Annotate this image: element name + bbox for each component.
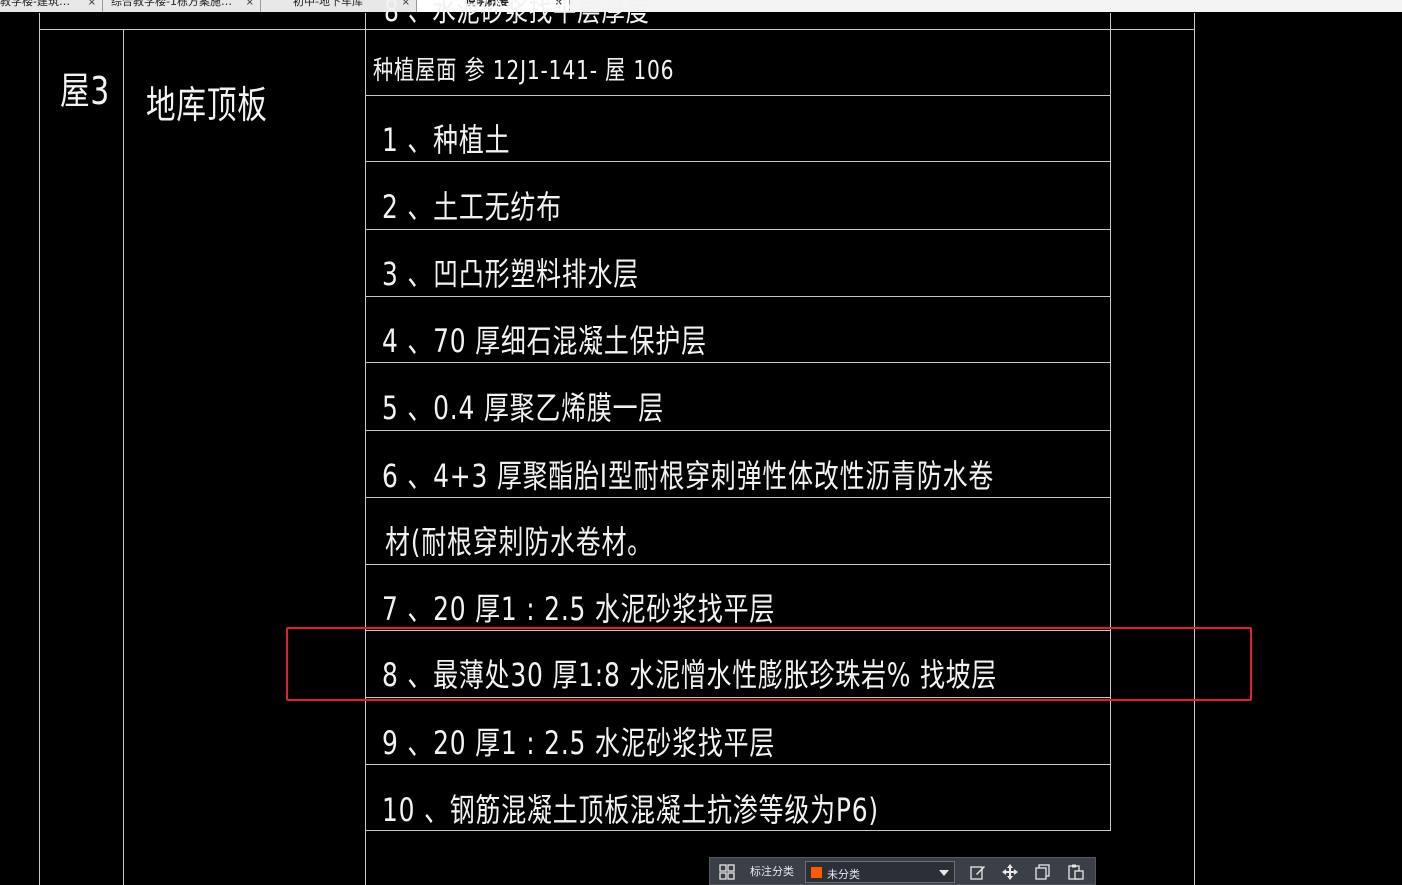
- category-selected-value: 未分类: [827, 868, 860, 881]
- layer-row: 2 、土工无纺布: [382, 188, 562, 226]
- layer-row: 5 、0.4 厚聚乙烯膜一层: [382, 389, 665, 427]
- layer-row: 10 、钢筋混凝土顶板混凝土抗渗等级为P6): [382, 791, 879, 829]
- grid-icon[interactable]: [719, 864, 735, 880]
- layer-row: 3 、凹凸形塑料排水层: [382, 255, 640, 293]
- layer-row: 4 、70 厚细石混凝土保护层: [382, 322, 707, 360]
- table-row-divider: [366, 564, 1111, 565]
- table-row-divider: [366, 95, 1111, 96]
- layer-row: 7 、20 厚1 : 2.5 水泥砂浆找平层: [382, 590, 776, 628]
- table-row-divider: [366, 497, 1111, 498]
- chevron-down-icon: [939, 870, 949, 876]
- annotation-category-label: 标注分类: [750, 865, 794, 878]
- annotation-category-dropdown[interactable]: 未分类: [805, 861, 955, 883]
- table-row-divider: [366, 161, 1111, 162]
- layer-row: 1 、种植土: [382, 121, 511, 159]
- move-icon[interactable]: [1002, 864, 1018, 880]
- layer-row: 9 、20 厚1 : 2.5 水泥砂浆找平层: [382, 724, 776, 762]
- table-row-divider: [366, 764, 1111, 765]
- part-name-label: 地库顶板: [146, 83, 268, 127]
- cut-off-row-text: 8 、水泥砂浆找平层厚度: [384, 0, 650, 29]
- table-row-divider: [366, 229, 1111, 230]
- table-border-left: [39, 13, 40, 885]
- paste-icon[interactable]: [1068, 864, 1084, 880]
- layer-code-label: 屋3: [60, 69, 111, 113]
- layer-row: 6 、4+3 厚聚酯胎Ⅰ型耐根穿刺弹性体改性沥青防水卷: [382, 457, 995, 495]
- table-row-divider: [366, 430, 1111, 431]
- table-column-divider: [123, 30, 124, 885]
- table-row-divider: [366, 362, 1111, 363]
- highlight-annotation-box[interactable]: [286, 627, 1252, 701]
- edit-icon[interactable]: [970, 864, 986, 880]
- layer-row-continuation: 材(耐根穿刺防水卷材。: [385, 523, 653, 561]
- cad-drawing-canvas[interactable]: 8 、水泥砂浆找平层厚度 屋3 地库顶板 种植屋面 参 12J1-141- 屋 …: [0, 0, 1402, 885]
- roof-spec-header: 种植屋面 参 12J1-141- 屋 106: [373, 56, 675, 86]
- category-color-swatch: [811, 867, 822, 878]
- table-column-divider: [365, 13, 366, 885]
- table-border-right: [1194, 13, 1195, 885]
- table-column-divider: [1110, 13, 1111, 830]
- copy-icon[interactable]: [1035, 864, 1051, 880]
- table-row-divider: [366, 296, 1111, 297]
